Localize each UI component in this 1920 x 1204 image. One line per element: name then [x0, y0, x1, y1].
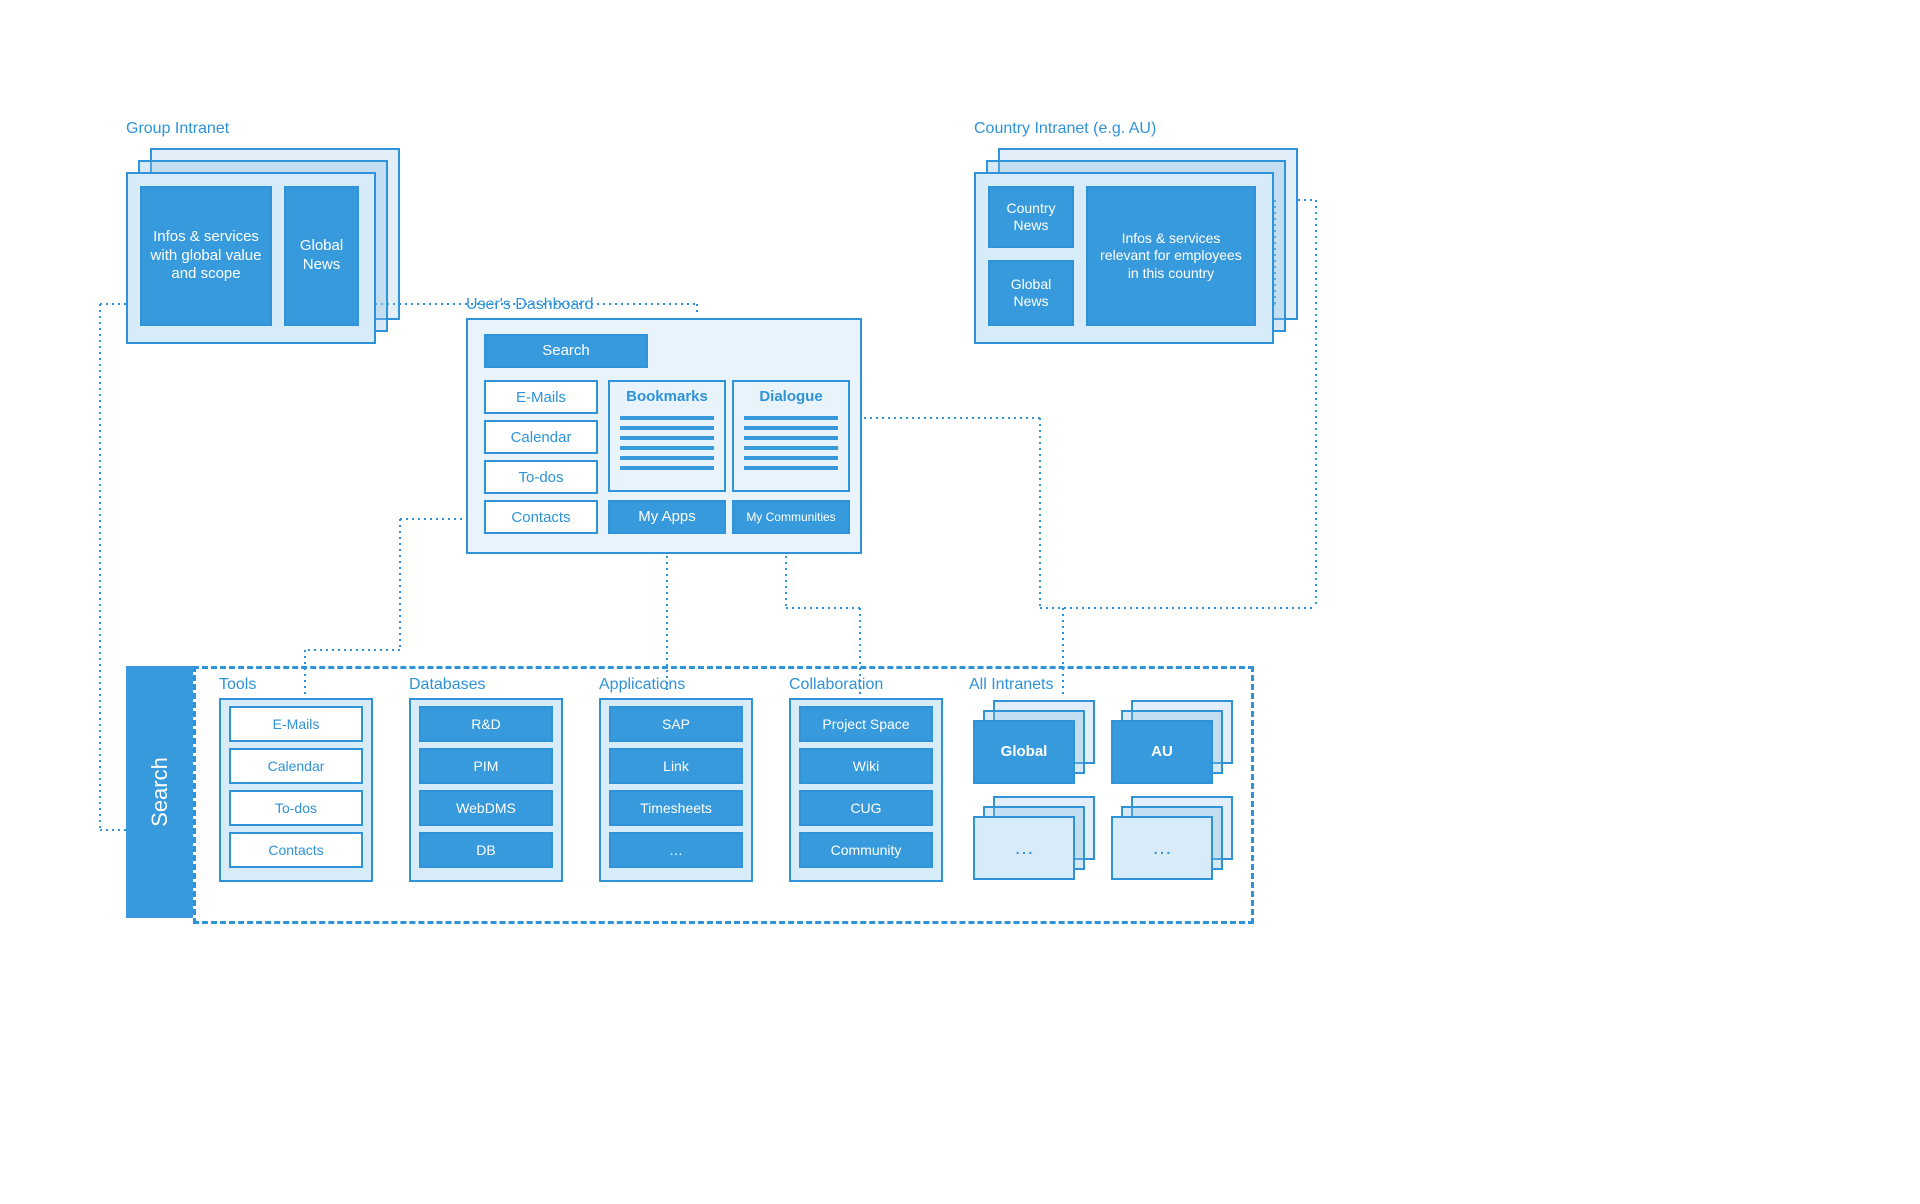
search-sidebar-label: Search: [147, 757, 173, 827]
dialogue-lines: [744, 416, 838, 470]
dashboard-search: Search: [484, 334, 648, 368]
search-sidebar: Search: [126, 666, 193, 918]
databases-item-1: PIM: [419, 748, 553, 784]
databases-list: R&D PIM WebDMS DB: [409, 698, 563, 882]
dashboard-my-communities: My Communities: [732, 500, 850, 534]
tools-title: Tools: [219, 676, 256, 694]
dashboard-my-apps: My Apps: [608, 500, 726, 534]
collab-item-1: Wiki: [799, 748, 933, 784]
tools-item-2: To-dos: [229, 790, 363, 826]
dashboard-item-emails: E-Mails: [484, 380, 598, 414]
collab-item-0: Project Space: [799, 706, 933, 742]
group-info-block: Infos & services with global value and s…: [140, 186, 272, 326]
tools-item-1: Calendar: [229, 748, 363, 784]
databases-item-0: R&D: [419, 706, 553, 742]
collaboration-list: Project Space Wiki CUG Community: [789, 698, 943, 882]
applications-list: SAP Link Timesheets …: [599, 698, 753, 882]
intranet-card-global: Global: [973, 720, 1075, 784]
intranet-card-au: AU: [1111, 720, 1213, 784]
collab-item-2: CUG: [799, 790, 933, 826]
tools-item-0: E-Mails: [229, 706, 363, 742]
group-intranet-card: Infos & services with global value and s…: [126, 172, 376, 344]
country-intranet-title: Country Intranet (e.g. AU): [974, 120, 1156, 138]
bookmarks-lines: [620, 416, 714, 470]
dashboard-dialogue: Dialogue: [732, 380, 850, 492]
country-intranet-card: Country News Global News Infos & service…: [974, 172, 1274, 344]
collab-item-3: Community: [799, 832, 933, 868]
diagram-root: Group Intranet Infos & services with glo…: [0, 0, 1920, 1204]
group-intranet-title: Group Intranet: [126, 120, 229, 138]
applications-item-1: Link: [609, 748, 743, 784]
intranet-card-more2: …: [1111, 816, 1213, 880]
group-news-block: Global News: [284, 186, 359, 326]
databases-item-2: WebDMS: [419, 790, 553, 826]
dashboard-bookmarks: Bookmarks: [608, 380, 726, 492]
country-global-news-block: Global News: [988, 260, 1074, 326]
country-news-block: Country News: [988, 186, 1074, 248]
dashboard-card: Search E-Mails Calendar To-dos Contacts …: [466, 318, 862, 554]
applications-item-0: SAP: [609, 706, 743, 742]
dashboard-bookmarks-title: Bookmarks: [610, 388, 724, 405]
dashboard-item-calendar: Calendar: [484, 420, 598, 454]
applications-item-2: Timesheets: [609, 790, 743, 826]
intranets-area: Global AU … …: [969, 700, 1233, 880]
collaboration-title: Collaboration: [789, 676, 883, 694]
applications-title: Applications: [599, 676, 685, 694]
country-info-block: Infos & services relevant for employees …: [1086, 186, 1256, 326]
tools-list: E-Mails Calendar To-dos Contacts: [219, 698, 373, 882]
dashboard-title: User's Dashboard: [466, 296, 594, 314]
dashboard-item-todos: To-dos: [484, 460, 598, 494]
applications-item-3: …: [609, 832, 743, 868]
databases-title: Databases: [409, 676, 486, 694]
intranets-title: All Intranets: [969, 676, 1053, 694]
dashboard-dialogue-title: Dialogue: [734, 388, 848, 405]
databases-item-3: DB: [419, 832, 553, 868]
tools-item-3: Contacts: [229, 832, 363, 868]
intranet-card-more1: …: [973, 816, 1075, 880]
dashboard-item-contacts: Contacts: [484, 500, 598, 534]
